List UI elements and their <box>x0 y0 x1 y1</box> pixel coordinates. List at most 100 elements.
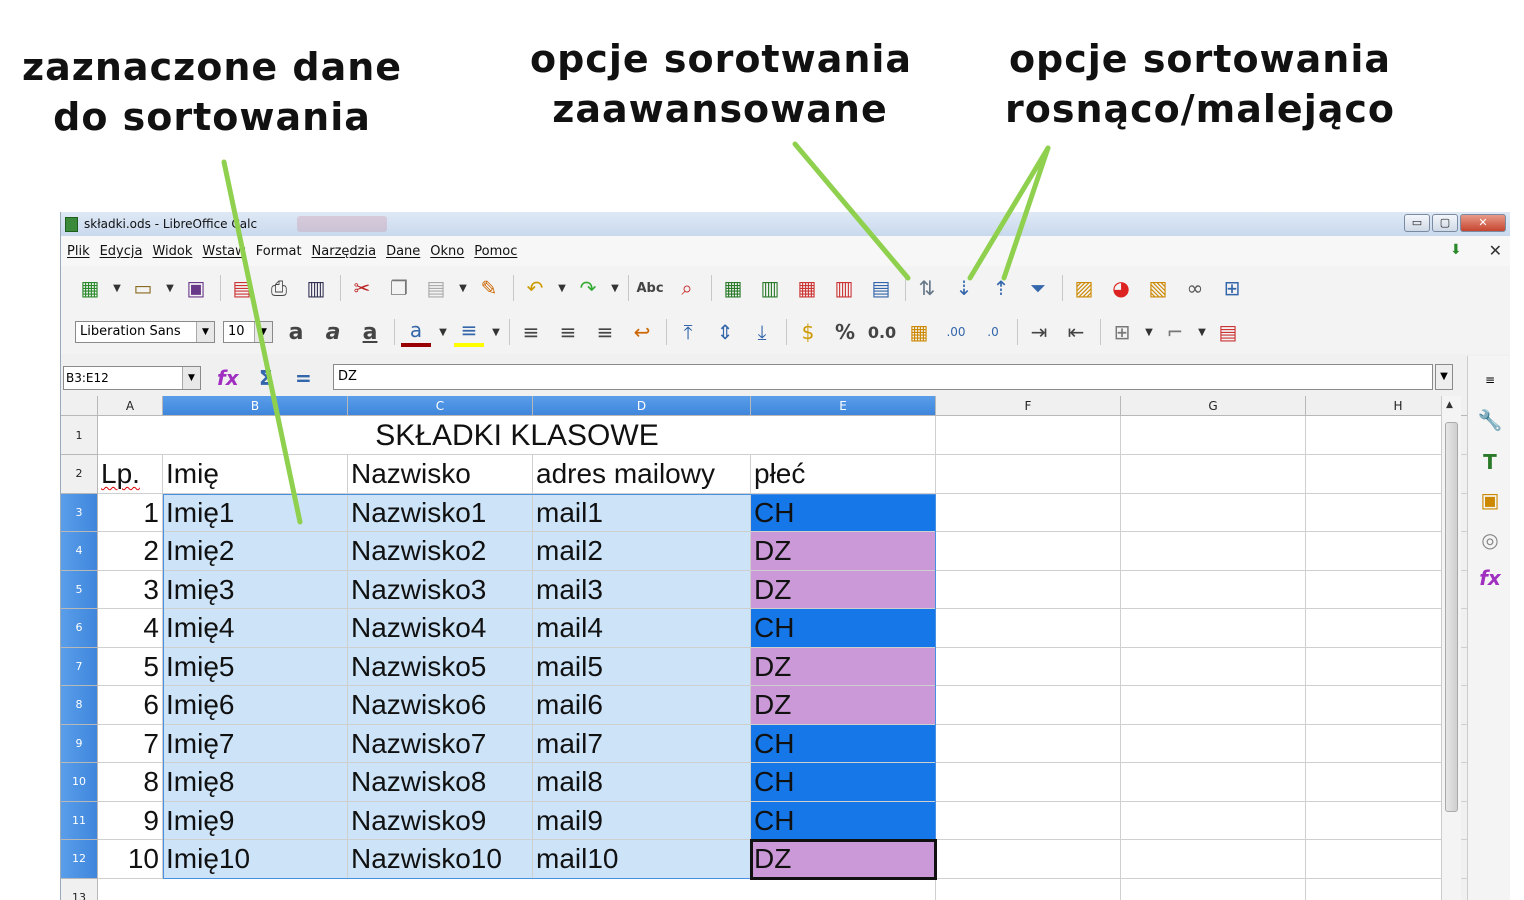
data-cell[interactable]: Imię1 <box>163 493 348 532</box>
cell-lp[interactable]: 9 <box>98 801 163 840</box>
data-cell[interactable]: Nazwisko7 <box>348 724 533 763</box>
cell-gender[interactable]: DZ <box>751 570 936 609</box>
paste-icon[interactable]: ▤ <box>421 273 451 303</box>
chevron-down-icon[interactable]: ▼ <box>438 317 448 347</box>
border-style-icon[interactable]: ⌐ <box>1160 317 1190 347</box>
pivot-table-icon[interactable]: ▧ <box>1143 273 1173 303</box>
insert-image-icon[interactable]: ▨ <box>1069 273 1099 303</box>
highlight-color-icon[interactable]: ≡ <box>454 317 484 347</box>
menu-widok[interactable]: Widok <box>152 244 192 259</box>
row-header-3[interactable]: 3 <box>61 493 98 532</box>
chevron-down-icon[interactable]: ▼ <box>458 273 468 303</box>
underline-button[interactable]: a <box>355 317 385 347</box>
data-cell[interactable]: mail10 <box>533 840 751 879</box>
increase-indent-icon[interactable]: ⇥ <box>1024 317 1054 347</box>
chevron-down-icon[interactable]: ▼ <box>557 273 567 303</box>
align-top-icon[interactable]: ⤒ <box>673 317 703 347</box>
column-icon[interactable]: ▥ <box>755 273 785 303</box>
undo-icon[interactable]: ↶ <box>520 273 550 303</box>
cut-icon[interactable]: ✂ <box>347 273 377 303</box>
select-all-corner[interactable] <box>61 396 98 416</box>
styles-icon[interactable]: T <box>1476 448 1504 476</box>
cell-gender[interactable]: DZ <box>751 532 936 571</box>
spreadsheet-grid[interactable]: A B C D E F G H 1 2 3 4 5 6 7 8 9 10 11 12 13 SKŁADKI KLASOWE… <box>61 396 1491 900</box>
insert-chart-icon[interactable]: ◕ <box>1106 273 1136 303</box>
sheet-title-cell[interactable]: SKŁADKI KLASOWE <box>98 416 936 455</box>
data-cell[interactable]: mail2 <box>533 532 751 571</box>
find-replace-icon[interactable]: ⌕ <box>672 273 702 303</box>
row-header-10[interactable]: 10 <box>61 763 98 802</box>
align-left-icon[interactable]: ≡ <box>516 317 546 347</box>
data-cell[interactable]: mail9 <box>533 801 751 840</box>
save-icon[interactable]: ▣ <box>181 273 211 303</box>
column-header-g[interactable]: G <box>1121 396 1306 416</box>
data-cell[interactable]: Nazwisko2 <box>348 532 533 571</box>
cell-lp[interactable]: 7 <box>98 724 163 763</box>
currency-format-icon[interactable]: $ <box>793 317 823 347</box>
properties-wrench-icon[interactable]: 🔧 <box>1476 406 1504 434</box>
row-header-13[interactable]: 13 <box>61 878 98 900</box>
date-format-icon[interactable]: ▦ <box>904 317 934 347</box>
row-header-9[interactable]: 9 <box>61 724 98 763</box>
data-cell[interactable]: mail3 <box>533 570 751 609</box>
navigator-icon[interactable]: ◎ <box>1476 526 1504 554</box>
minimize-button[interactable]: ▭ <box>1404 214 1430 232</box>
align-right-icon[interactable]: ≡ <box>590 317 620 347</box>
row-header-2[interactable]: 2 <box>61 455 98 494</box>
header-cell[interactable]: płeć <box>751 455 936 494</box>
column-header-h[interactable]: H <box>1306 396 1491 416</box>
row-header-12[interactable]: 12 <box>61 840 98 879</box>
data-cell[interactable]: Imię6 <box>163 686 348 725</box>
wrap-text-icon[interactable]: ↩ <box>627 317 657 347</box>
data-cell[interactable]: Nazwisko6 <box>348 686 533 725</box>
menu-dane[interactable]: Dane <box>386 244 420 259</box>
chevron-down-icon[interactable]: ▼ <box>491 317 501 347</box>
cell-lp[interactable]: 2 <box>98 532 163 571</box>
header-cell[interactable]: Imię <box>163 455 348 494</box>
row-header-1[interactable]: 1 <box>61 416 98 455</box>
header-cell[interactable]: Nazwisko <box>348 455 533 494</box>
name-box[interactable]: B3:E12 ▼ <box>63 366 201 390</box>
menu-wstaw[interactable]: Wstaw <box>202 244 245 259</box>
data-cell[interactable]: mail8 <box>533 763 751 802</box>
redo-icon[interactable]: ↷ <box>573 273 603 303</box>
row-icon[interactable]: ▦ <box>718 273 748 303</box>
data-cell[interactable]: Imię2 <box>163 532 348 571</box>
maximize-button[interactable]: ▢ <box>1432 214 1458 232</box>
row-header-7[interactable]: 7 <box>61 647 98 686</box>
data-cell[interactable]: mail7 <box>533 724 751 763</box>
cell-gender[interactable]: CH <box>751 493 936 532</box>
align-center-icon[interactable]: ≡ <box>553 317 583 347</box>
function-wizard-icon[interactable]: fx <box>217 366 239 390</box>
navigator-grid-icon[interactable]: ⊞ <box>1217 273 1247 303</box>
font-name-combobox[interactable]: Liberation Sans ▼ <box>75 321 215 343</box>
chevron-down-icon[interactable]: ▼ <box>254 322 272 342</box>
data-cell[interactable]: Nazwisko10 <box>348 840 533 879</box>
special-character-icon[interactable]: ∞ <box>1180 273 1210 303</box>
cell-gender[interactable]: CH <box>751 801 936 840</box>
chevron-down-icon[interactable]: ▼ <box>165 273 175 303</box>
spellcheck-icon[interactable]: Abc <box>635 273 665 303</box>
new-document-icon[interactable]: ▦ <box>75 273 105 303</box>
data-cell[interactable]: Nazwisko3 <box>348 570 533 609</box>
cell-lp[interactable]: 8 <box>98 763 163 802</box>
conditional-format-icon[interactable]: ▤ <box>1213 317 1243 347</box>
decrease-indent-icon[interactable]: ⇤ <box>1061 317 1091 347</box>
font-size-combobox[interactable]: 10 ▼ <box>223 321 273 343</box>
data-cell[interactable]: Nazwisko4 <box>348 609 533 648</box>
cell-gender[interactable]: DZ <box>751 647 936 686</box>
percent-format-button[interactable]: % <box>830 317 860 347</box>
italic-button[interactable]: a <box>318 317 348 347</box>
open-folder-icon[interactable]: ▭ <box>128 273 158 303</box>
delete-columns-icon[interactable]: ▥ <box>829 273 859 303</box>
gallery-icon[interactable]: ▣ <box>1476 486 1504 514</box>
row-header-6[interactable]: 6 <box>61 609 98 648</box>
chevron-down-icon[interactable]: ▼ <box>1197 317 1207 347</box>
cell-gender[interactable]: CH <box>751 763 936 802</box>
functions-icon[interactable]: fx <box>1476 564 1504 592</box>
row-header-5[interactable]: 5 <box>61 570 98 609</box>
merge-cells-icon[interactable]: ▤ <box>866 273 896 303</box>
align-bottom-icon[interactable]: ⤓ <box>747 317 777 347</box>
row-header-4[interactable]: 4 <box>61 532 98 571</box>
column-header-c[interactable]: C <box>348 396 533 416</box>
